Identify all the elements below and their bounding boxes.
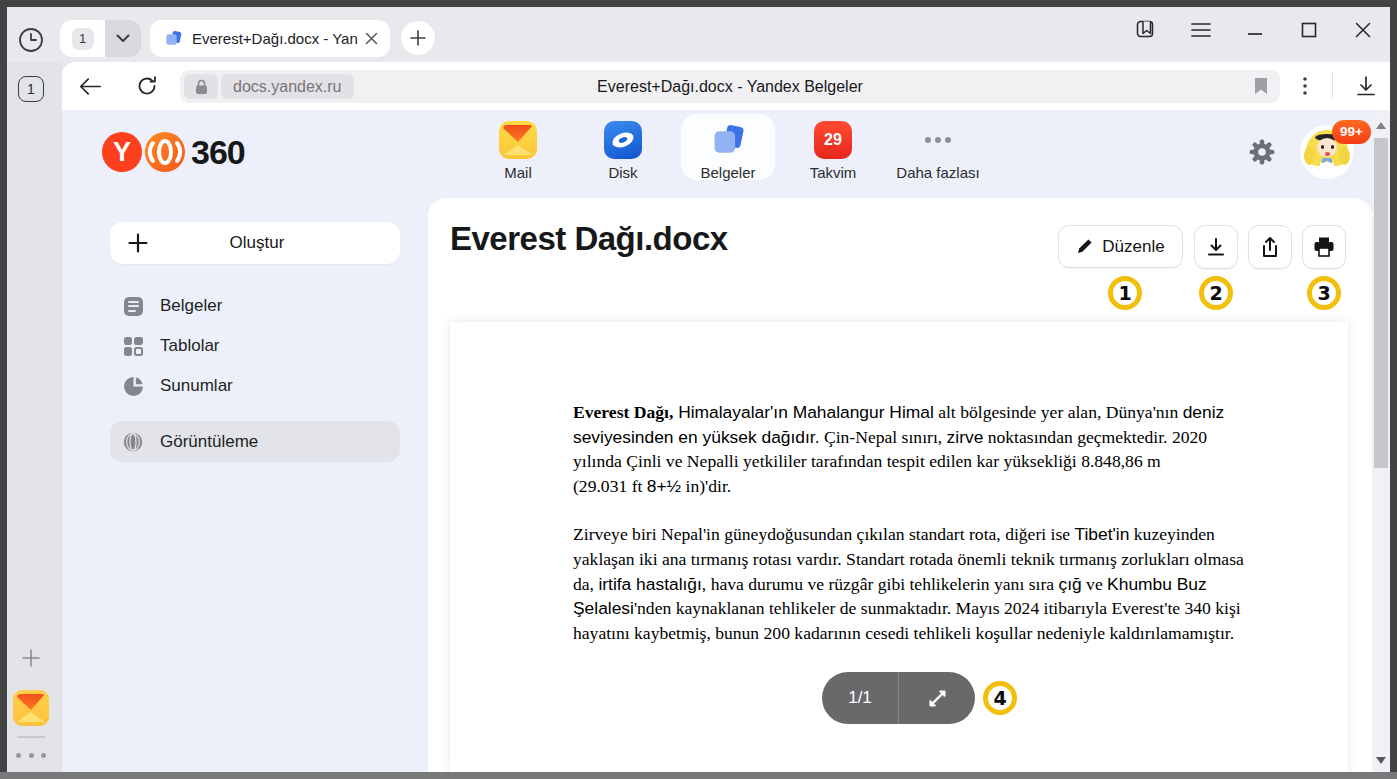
more-apps-icon xyxy=(919,121,957,159)
tab-title: Everest+Dağı.docx - Yan xyxy=(192,30,365,47)
download-icon xyxy=(1206,237,1226,257)
page-indicator: 1/1 xyxy=(822,688,898,708)
tables-grid-icon xyxy=(122,335,144,357)
tab-close-icon[interactable] xyxy=(365,32,378,45)
rail-more-icon[interactable] xyxy=(16,753,46,758)
fullscreen-expand-icon[interactable] xyxy=(899,687,975,710)
reload-icon[interactable] xyxy=(131,74,163,98)
documents-icon xyxy=(122,295,144,317)
document-title: Everest Dağı.docx xyxy=(450,220,728,258)
rail-divider xyxy=(17,736,45,738)
annotation-1: 1 xyxy=(1108,276,1142,310)
tab-group-pill[interactable]: 1 xyxy=(60,20,141,57)
tab-group-badge: 1 xyxy=(72,28,94,50)
yandex-y-icon: Y xyxy=(102,132,142,172)
tab-group-expand[interactable] xyxy=(105,20,141,57)
browser-left-rail: 1 xyxy=(7,62,62,772)
page-content: Y 360 Mail Disk Belgeler 29 Takvim Daha … xyxy=(62,110,1372,772)
toolbar-divider xyxy=(1332,73,1333,99)
app-more[interactable]: Daha fazlası xyxy=(886,121,990,181)
toolbar-menu-icon[interactable] xyxy=(1289,74,1321,98)
plus-icon xyxy=(410,30,426,46)
new-tab-button[interactable] xyxy=(401,21,435,55)
sidebar-item-sunumlar[interactable]: Sunumlar xyxy=(110,366,400,406)
back-icon[interactable] xyxy=(74,74,106,98)
app-disk[interactable]: Disk xyxy=(571,121,675,181)
browser-toolbar: docs.yandex.ru Everest+Dağı.docx - Yande… xyxy=(62,62,1390,110)
app-mail[interactable]: Mail xyxy=(466,121,570,181)
browser-scrollbar[interactable] xyxy=(1372,110,1390,772)
disk-app-icon xyxy=(604,121,642,159)
scroll-down-arrow[interactable] xyxy=(1376,757,1386,764)
mail-app-icon xyxy=(499,121,537,159)
bookmark-icon[interactable] xyxy=(1254,77,1268,95)
annotation-4: 4 xyxy=(983,681,1017,715)
sidebar-item-belgeler[interactable]: Belgeler xyxy=(110,286,400,326)
yandex-360-logo[interactable]: Y 360 xyxy=(102,132,245,172)
history-clock-icon[interactable] xyxy=(18,27,44,53)
browser-tab-strip: 1 Everest+Dağı.docx - Yan xyxy=(7,7,1390,62)
yandex-docs-icon xyxy=(164,29,183,48)
scroll-up-arrow[interactable] xyxy=(1376,122,1386,129)
chevron-down-icon xyxy=(116,34,130,43)
maximize-icon[interactable] xyxy=(1294,15,1324,45)
globe-icon xyxy=(122,431,144,453)
360-ring-icon xyxy=(145,132,185,172)
print-button[interactable] xyxy=(1302,225,1346,269)
presentations-pie-icon xyxy=(122,375,144,397)
docs-app-icon xyxy=(709,121,747,159)
printer-icon xyxy=(1313,237,1335,257)
plus-icon xyxy=(128,233,148,253)
calendar-app-icon: 29 xyxy=(814,121,852,159)
settings-gear-icon[interactable] xyxy=(1247,137,1277,167)
annotation-2: 2 xyxy=(1199,276,1233,310)
edit-button[interactable]: Düzenle xyxy=(1058,225,1183,268)
address-page-title: Everest+Dağı.docx - Yandex Belgeler xyxy=(180,70,1280,103)
active-tab[interactable]: Everest+Dağı.docx - Yan xyxy=(150,20,390,57)
close-icon[interactable] xyxy=(1348,15,1378,45)
share-icon xyxy=(1260,236,1280,258)
app-belgeler[interactable]: Belgeler xyxy=(676,121,780,181)
window-bottom-edge xyxy=(0,772,1397,779)
tab-group-count[interactable]: 1 xyxy=(60,20,105,57)
menu-icon[interactable] xyxy=(1186,15,1216,45)
annotation-3: 3 xyxy=(1307,276,1341,310)
logo-360-text: 360 xyxy=(191,133,245,172)
minimize-icon[interactable] xyxy=(1240,15,1270,45)
sidebar-item-goruntuleme[interactable]: Görüntüleme xyxy=(110,421,400,462)
yandex-mail-icon[interactable] xyxy=(13,690,49,726)
rail-tab-count-badge[interactable]: 1 xyxy=(18,76,44,102)
address-bar[interactable]: docs.yandex.ru Everest+Dağı.docx - Yande… xyxy=(180,70,1280,103)
share-button[interactable] xyxy=(1248,225,1292,269)
document-card: Everest Dağı.docx Düzenle 1 2 3 Everest … xyxy=(428,198,1372,772)
bookmarks-panel-icon[interactable] xyxy=(1131,15,1161,45)
page-indicator-pill[interactable]: 1/1 xyxy=(822,672,975,724)
download-button[interactable] xyxy=(1194,225,1238,269)
notification-badge: 99+ xyxy=(1332,120,1371,144)
app-takvim[interactable]: 29 Takvim xyxy=(781,121,885,181)
create-button[interactable]: Oluştur xyxy=(110,222,400,264)
document-text: Everest Dağı, Himalayalar'ın Mahalangur … xyxy=(573,400,1253,669)
sidebar-item-tablolar[interactable]: Tablolar xyxy=(110,326,400,366)
pencil-icon xyxy=(1076,238,1093,255)
rail-add-icon[interactable] xyxy=(21,648,41,668)
scrollbar-thumb[interactable] xyxy=(1374,138,1388,468)
downloads-icon[interactable] xyxy=(1350,74,1382,98)
